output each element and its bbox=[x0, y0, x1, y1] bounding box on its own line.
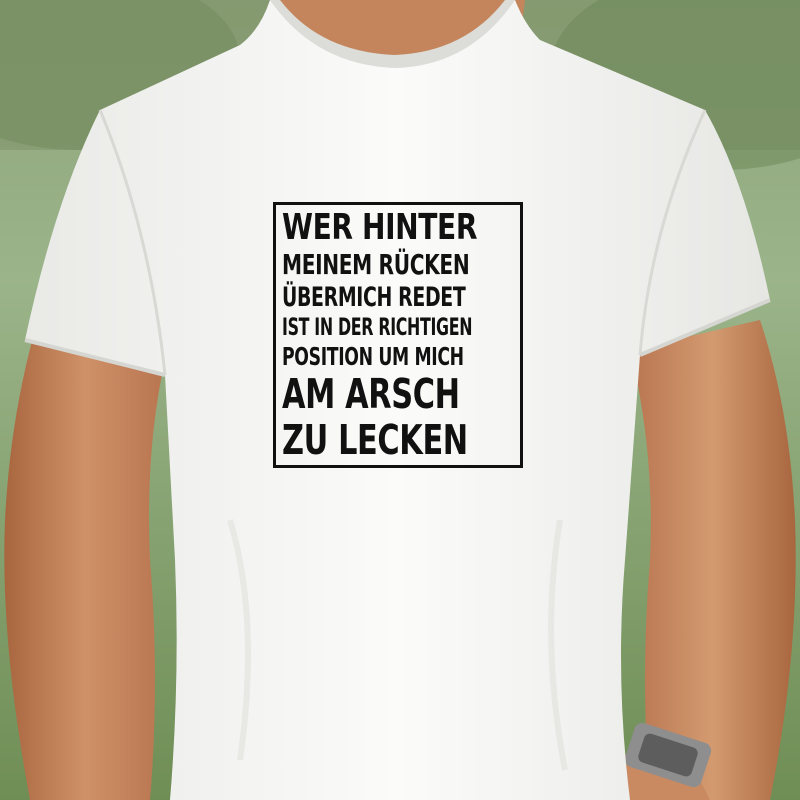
print-line-4: IST IN DER RICHTIGEN bbox=[282, 313, 473, 342]
photo-scene: WER HINTER MEINEM RÜCKEN ÜBERMICH REDET … bbox=[0, 0, 800, 800]
print-line-2: MEINEM RÜCKEN bbox=[282, 247, 470, 281]
print-line-7: ZU LECKEN bbox=[282, 415, 468, 464]
print-line-5: POSITION UM MICH bbox=[282, 342, 464, 372]
print-line-3: ÜBERMICH REDET bbox=[282, 281, 466, 313]
print-line-6: AM ARSCH bbox=[282, 370, 460, 419]
left-arm bbox=[4, 330, 165, 800]
shirt-print-text-box: WER HINTER MEINEM RÜCKEN ÜBERMICH REDET … bbox=[273, 202, 523, 468]
print-line-1: WER HINTER bbox=[282, 207, 478, 248]
